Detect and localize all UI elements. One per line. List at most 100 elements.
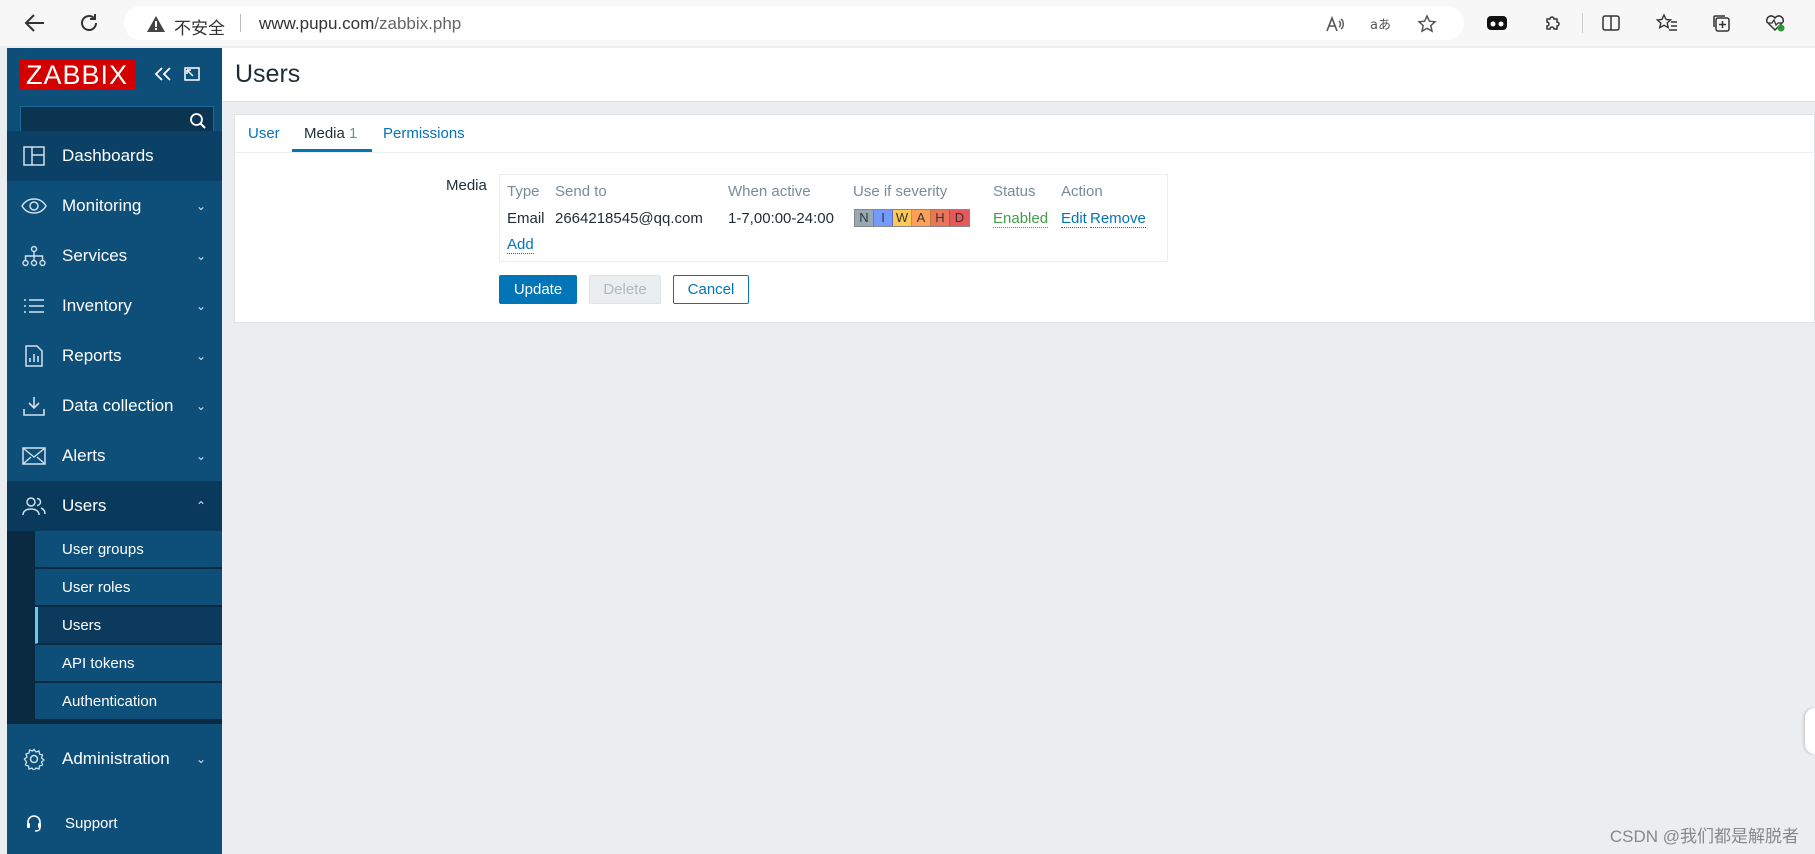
- collapse-sidebar-icon[interactable]: [153, 66, 173, 87]
- menu-users[interactable]: Users ⌃: [7, 481, 222, 531]
- extensions-puzzle-icon[interactable]: [1540, 10, 1566, 36]
- support-link[interactable]: Support: [7, 803, 222, 843]
- split-screen-icon[interactable]: [1598, 10, 1624, 36]
- submenu-user-groups-label: User groups: [62, 540, 144, 558]
- submenu-authentication-label: Authentication: [62, 692, 158, 710]
- tabs-bar: User Media 1 Permissions: [235, 115, 1815, 153]
- browser-toolbar: 不安全 www.pupu.com/zabbix.php aあ: [0, 0, 1815, 46]
- column-header-action: Action: [1061, 183, 1103, 200]
- submenu-authentication[interactable]: Authentication: [35, 683, 222, 720]
- tab-user[interactable]: User: [248, 125, 280, 142]
- media-when-active-cell: 1-7,00:00-24:00: [728, 210, 834, 227]
- chevron-down-icon: ⌄: [195, 349, 206, 363]
- read-aloud-icon[interactable]: [1324, 14, 1346, 34]
- chevron-down-icon: ⌄: [195, 752, 206, 766]
- url-text[interactable]: www.pupu.com/zabbix.php: [259, 14, 461, 34]
- menu-data-collection[interactable]: Data collection ⌄: [7, 381, 222, 431]
- media-remove-link[interactable]: Remove: [1090, 210, 1146, 228]
- menu-services[interactable]: Services ⌄: [7, 231, 222, 281]
- menu-services-label: Services: [62, 246, 128, 265]
- favorites-list-icon[interactable]: [1654, 10, 1680, 36]
- severity-disaster: D: [950, 210, 969, 226]
- svg-text:aあ: aあ: [1370, 18, 1391, 33]
- browser-health-icon[interactable]: [1762, 10, 1788, 36]
- column-header-when-active: When active: [728, 183, 811, 200]
- column-header-send-to: Send to: [555, 183, 607, 200]
- menu-monitoring-label: Monitoring: [62, 196, 142, 215]
- menu-dashboards-label: Dashboards: [62, 146, 154, 165]
- reports-icon: [21, 344, 47, 368]
- gear-icon: [21, 747, 47, 771]
- tab-media[interactable]: Media 1: [304, 125, 357, 142]
- media-edit-link[interactable]: Edit: [1061, 210, 1087, 228]
- toolbar-separator: [1582, 13, 1583, 33]
- media-status-toggle[interactable]: Enabled: [993, 210, 1049, 228]
- column-header-type: Type: [507, 183, 540, 200]
- tab-permissions[interactable]: Permissions: [383, 125, 465, 142]
- download-icon: [21, 394, 47, 418]
- back-icon[interactable]: [20, 8, 50, 38]
- chevron-down-icon: ⌄: [195, 199, 206, 213]
- menu-administration-label: Administration: [62, 749, 170, 768]
- menu-alerts[interactable]: Alerts ⌄: [7, 431, 222, 481]
- list-icon: [21, 294, 47, 318]
- submenu-user-roles[interactable]: User roles: [35, 569, 222, 606]
- user-form-panel: User Media 1 Permissions Media Type Send…: [234, 114, 1815, 323]
- menu-monitoring[interactable]: Monitoring ⌄: [7, 181, 222, 231]
- watermark: CSDN @我们都是解脱者: [1609, 827, 1799, 846]
- delete-button: Delete: [589, 275, 661, 304]
- reload-icon[interactable]: [74, 8, 104, 38]
- media-type-cell: Email: [507, 210, 545, 227]
- severity-indicator: N I W A H D: [854, 209, 970, 227]
- submenu-user-roles-label: User roles: [62, 578, 131, 596]
- dashboards-icon: [21, 144, 47, 168]
- chevron-down-icon: ⌄: [195, 299, 206, 313]
- submenu-users[interactable]: Users: [35, 607, 222, 644]
- side-panel-handle[interactable]: [1805, 708, 1815, 754]
- submenu-user-groups[interactable]: User groups: [35, 531, 222, 568]
- warning-icon[interactable]: [146, 15, 166, 38]
- menu-data-collection-label: Data collection: [62, 396, 174, 415]
- submenu-api-tokens-label: API tokens: [62, 654, 135, 672]
- zabbix-logo[interactable]: ZABBIX: [19, 60, 135, 90]
- address-separator: [240, 14, 241, 32]
- submenu-api-tokens[interactable]: API tokens: [35, 645, 222, 682]
- submenu-users-label: Users: [62, 616, 102, 634]
- update-button[interactable]: Update: [499, 275, 577, 304]
- services-tree-icon: [21, 244, 47, 268]
- kiosk-mode-icon[interactable]: [183, 66, 201, 87]
- severity-high: H: [931, 210, 950, 226]
- page-header: Users: [222, 48, 1815, 102]
- support-label: Support: [65, 815, 118, 832]
- severity-information: I: [874, 210, 893, 226]
- severity-warning: W: [893, 210, 912, 226]
- security-label[interactable]: 不安全: [174, 14, 225, 39]
- menu-inventory[interactable]: Inventory ⌄: [7, 281, 222, 331]
- tab-media-count: 1: [349, 125, 358, 142]
- extension-game-icon[interactable]: [1484, 10, 1510, 36]
- collections-icon[interactable]: [1708, 10, 1734, 36]
- eye-icon: [21, 194, 47, 218]
- headset-icon: [25, 814, 43, 837]
- menu-dashboards[interactable]: Dashboards: [7, 131, 222, 181]
- menu-users-label: Users: [62, 496, 107, 515]
- media-table: Type Send to When active Use if severity…: [499, 174, 1168, 262]
- favorite-star-icon[interactable]: [1416, 14, 1438, 34]
- menu-administration[interactable]: Administration ⌄: [7, 734, 222, 784]
- cancel-button[interactable]: Cancel: [673, 275, 749, 304]
- column-header-status: Status: [993, 183, 1036, 200]
- media-send-to-cell: 2664218545@qq.com: [555, 210, 703, 227]
- severity-not-classified: N: [855, 210, 874, 226]
- media-field-label: Media: [446, 177, 487, 194]
- column-header-severity: Use if severity: [853, 183, 948, 200]
- chevron-down-icon: ⌄: [195, 249, 206, 263]
- severity-average: A: [912, 210, 931, 226]
- menu-reports-label: Reports: [62, 346, 122, 365]
- add-media-link[interactable]: Add: [507, 236, 534, 254]
- users-icon: [21, 494, 47, 518]
- active-tab-indicator: [292, 149, 372, 152]
- translate-icon[interactable]: aあ: [1369, 14, 1391, 34]
- menu-reports[interactable]: Reports ⌄: [7, 331, 222, 381]
- envelope-icon: [21, 444, 47, 468]
- address-bar[interactable]: 不安全 www.pupu.com/zabbix.php aあ: [124, 6, 1464, 40]
